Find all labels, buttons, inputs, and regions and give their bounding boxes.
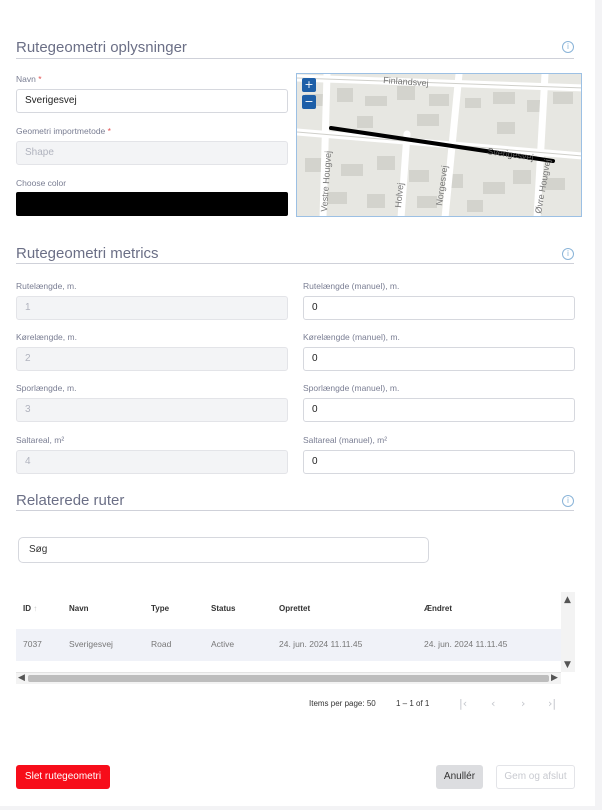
cell-aendret: 24. jun. 2024 11.11.45 [424, 639, 508, 649]
page-range: 1 – 1 of 1 [396, 699, 430, 708]
last-page-icon[interactable]: ›| [548, 697, 556, 710]
method-label: Geometri importmetode * [16, 126, 111, 136]
next-page-icon[interactable]: › [521, 697, 525, 710]
info-icon[interactable]: i [562, 495, 574, 507]
form-panel: Rutegeometri oplysninger i Navn * Sverig… [0, 0, 595, 806]
section-title-related: Relaterede ruter [16, 492, 125, 509]
metric-label: Kørelængde (manuel), m. [303, 332, 400, 342]
map-view[interactable]: Finlandsvej Vestre Hougvej Norgesvej Hol… [296, 73, 582, 217]
method-input[interactable]: Shape [16, 141, 288, 165]
vertical-scrollbar[interactable]: ▲ ▼ [561, 592, 575, 672]
scroll-left-icon[interactable]: ◀ [18, 673, 25, 683]
first-page-icon[interactable]: |‹ [459, 697, 467, 710]
section-title-metrics: Rutegeometri metrics [16, 245, 159, 262]
section-divider [16, 510, 574, 511]
column-header-aendret[interactable]: Ændret [424, 604, 452, 613]
metric-label: Saltareal (manuel), m² [303, 435, 388, 445]
scroll-right-icon[interactable]: ▶ [551, 673, 558, 683]
search-input[interactable]: Søg [18, 537, 429, 563]
scrollbar-thumb[interactable] [28, 675, 549, 682]
cell-navn: Sverigesvej [69, 639, 113, 649]
info-icon[interactable]: i [562, 248, 574, 260]
metric-label: Kørelængde, m. [16, 332, 77, 342]
saltareal-input[interactable]: 4 [16, 450, 288, 474]
koerelaengde-input[interactable]: 2 [16, 347, 288, 371]
items-per-page: Items per page: 50 [309, 699, 376, 708]
metric-label: Sporlængde (manuel), m. [303, 383, 400, 393]
column-header-status[interactable]: Status [211, 604, 235, 613]
navn-input[interactable]: Sverigesvej [16, 89, 288, 113]
column-header-type[interactable]: Type [151, 604, 169, 613]
zoom-out-button[interactable]: − [302, 95, 316, 109]
save-button[interactable]: Gem og afslut [496, 765, 575, 789]
zoom-in-button[interactable]: + [302, 78, 316, 92]
scroll-up-icon[interactable]: ▲ [564, 595, 571, 605]
delete-button[interactable]: Slet rutegeometri [16, 765, 110, 789]
metric-label: Rutelængde, m. [16, 281, 77, 291]
cell-oprettet: 24. jun. 2024 11.11.45 [279, 639, 363, 649]
rutelaengde-input[interactable]: 1 [16, 296, 288, 320]
color-label: Choose color [16, 178, 67, 188]
koerelaengde-manuel-input[interactable]: 0 [303, 347, 575, 371]
sort-icon: ↑ [33, 604, 38, 613]
cell-id: 7037 [23, 639, 42, 649]
column-header-id[interactable]: ID ↑ [23, 604, 37, 613]
sporlaengde-input[interactable]: 3 [16, 398, 288, 422]
column-header-oprettet[interactable]: Oprettet [279, 604, 310, 613]
saltareal-manuel-input[interactable]: 0 [303, 450, 575, 474]
navn-label: Navn * [16, 74, 42, 84]
items-per-page-select[interactable]: 50 [367, 699, 376, 708]
section-title-info: Rutegeometri oplysninger [16, 39, 187, 56]
info-icon[interactable]: i [562, 41, 574, 53]
column-header-navn[interactable]: Navn [69, 604, 89, 613]
metric-label: Rutelængde (manuel), m. [303, 281, 400, 291]
section-divider [16, 263, 574, 264]
cancel-button[interactable]: Anullér [436, 765, 483, 789]
map-canvas: Finlandsvej Vestre Hougvej Norgesvej Hol… [297, 74, 581, 216]
previous-page-icon[interactable]: ‹ [491, 697, 495, 710]
metric-label: Saltareal, m² [16, 435, 65, 445]
sporlaengde-manuel-input[interactable]: 0 [303, 398, 575, 422]
related-routes-table: ID ↑ Navn Type Status Oprettet Ændret 70… [16, 592, 575, 684]
color-picker[interactable] [16, 192, 288, 216]
metric-label: Sporlængde, m. [16, 383, 77, 393]
rutelaengde-manuel-input[interactable]: 0 [303, 296, 575, 320]
cell-type: Road [151, 639, 172, 649]
horizontal-scrollbar[interactable]: ◀ ▶ [16, 672, 561, 684]
cell-status: Active [211, 639, 235, 649]
scroll-down-icon[interactable]: ▼ [564, 660, 571, 670]
section-divider [16, 58, 574, 59]
